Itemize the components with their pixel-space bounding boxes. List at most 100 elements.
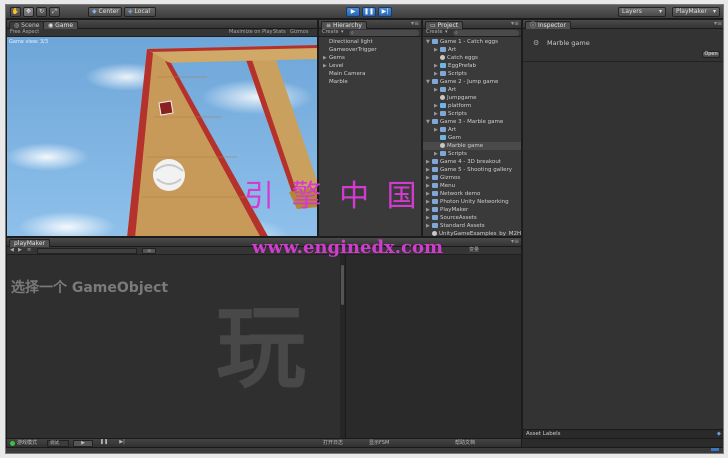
list-item[interactable]: ▶ Game 4 - 3D breakout (423, 158, 521, 166)
list-item[interactable]: ▶ Gems (319, 54, 421, 62)
folder-icon: ▭ (430, 22, 436, 29)
folder-icon (432, 79, 438, 84)
debug-dropdown[interactable]: 调试 (47, 440, 69, 447)
watermark-title: 引 擎 中 国 (244, 179, 421, 214)
list-item[interactable]: Directional light (319, 38, 421, 46)
pivot-toggle[interactable]: ◆ Center (88, 7, 122, 17)
editor-pause-button[interactable]: ❚❚ (97, 440, 111, 447)
list-item[interactable]: ▶ Art (423, 46, 521, 54)
tab-game[interactable]: ◉ Game (43, 21, 79, 29)
pause-icon: ❚❚ (99, 439, 109, 445)
hand-tool-button[interactable]: ✋ (10, 7, 21, 17)
list-item[interactable]: Marble (319, 78, 421, 86)
list-item-label: Game 4 - 3D breakout (440, 159, 501, 165)
hierarchy-create-button[interactable]: Create (322, 29, 339, 36)
inspector-panel: ⓘ Inspector ▾≡ ⚙ Marble game Open Asset … (522, 19, 723, 439)
list-item[interactable]: ▶ Standard Assets (423, 222, 521, 230)
list-item[interactable]: ▶ Art (423, 86, 521, 94)
forward-arrow-icon[interactable]: ▶ (18, 247, 22, 254)
list-item-label: Gems (329, 55, 345, 61)
project-create-button[interactable]: Create (426, 29, 443, 36)
move-tool-button[interactable]: ✥ (23, 7, 34, 17)
maximize-on-play-toggle[interactable]: Maximize on Play (229, 29, 273, 36)
list-item-label: Catch eggs (447, 55, 478, 61)
list-item[interactable]: ▶ Scripts (423, 150, 521, 158)
aspect-dropdown[interactable]: Free Aspect (10, 29, 39, 36)
open-button[interactable]: Open (702, 51, 720, 58)
list-item[interactable]: ▶ platform (423, 102, 521, 110)
list-item[interactable]: ▶ Photon Unity Networking (423, 198, 521, 206)
space-toggle[interactable]: ◈ Local (124, 7, 156, 17)
scrollbar-thumb[interactable] (341, 265, 344, 305)
list-item[interactable]: ▶ Game 5 - Shooting gallery (423, 166, 521, 174)
search-icon: ⌕ (455, 30, 458, 36)
chevron-down-icon: ▾ (445, 29, 448, 35)
list-item[interactable]: ▶ PlayMaker (423, 206, 521, 214)
scene-file-icon (440, 55, 445, 60)
fsm-inspector-pane (345, 255, 521, 438)
scene-asset-icon: ⚙ (533, 39, 540, 47)
tab-playmaker[interactable]: playMaker (9, 239, 50, 247)
tab-hierarchy[interactable]: ≡ Hierarchy (321, 21, 367, 29)
layout-dropdown[interactable]: PlayMaker ▾ (672, 7, 720, 17)
list-item[interactable]: ▼ Game 2 - Jump game (423, 78, 521, 86)
asset-labels-label: Asset Labels (526, 431, 561, 437)
project-toolbar: Create ▾ ⌕ (423, 29, 521, 37)
list-item[interactable]: Main Camera (319, 70, 421, 78)
list-item[interactable]: ▶ Menu (423, 182, 521, 190)
pause-button[interactable]: ❚❚ (362, 7, 376, 17)
fsm-select-dropdown[interactable] (37, 248, 137, 254)
watermark-glyph: 玩 (216, 296, 306, 401)
panel-menu-icon[interactable]: ▾≡ (511, 238, 519, 246)
play-button[interactable]: ▶ (346, 7, 360, 17)
list-item[interactable]: ▶ Scripts (423, 110, 521, 118)
scale-tool-button[interactable]: ⤢ (49, 7, 60, 17)
list-item[interactable]: ▼ Game 1 - Catch eggs (423, 38, 521, 46)
hierarchy-search-input[interactable]: ⌕ (349, 30, 419, 36)
list-item[interactable]: ▶ Network demo (423, 190, 521, 198)
project-search-input[interactable]: ⌕ (453, 30, 519, 36)
inspector-body: ⚙ Marble game Open Asset Labels ◆ (523, 29, 723, 438)
folder-icon (440, 47, 446, 52)
step-icon: ▶| (381, 8, 389, 15)
list-item[interactable]: ▼ Game 3 - Marble game (423, 118, 521, 126)
step-button[interactable]: ▶| (378, 7, 392, 17)
lock-icon[interactable]: ≡ (27, 247, 31, 254)
list-item[interactable]: Marble game (423, 142, 521, 150)
list-item-label: Game 2 - Jump game (440, 79, 499, 85)
editor-play-button[interactable]: ▶ (73, 440, 93, 447)
list-item[interactable]: UnityGameExamples_by_M2H (423, 230, 521, 236)
list-item[interactable]: Gem (423, 134, 521, 142)
tab-inspector[interactable]: ⓘ Inspector (525, 21, 571, 29)
panel-menu-icon[interactable]: ▾≡ (411, 20, 419, 28)
layers-label: Layers (622, 8, 642, 15)
main-toolbar: ✋ ✥ ↻ ⤢ ◆ Center ◈ Local ▶ ❚❚ ▶| Layers (6, 5, 723, 19)
list-item-label: Scripts (448, 151, 467, 157)
gizmos-dropdown[interactable]: Gizmos (290, 29, 308, 36)
list-item[interactable]: ▶ Level (319, 62, 421, 70)
variables-header[interactable]: 变量 (469, 247, 479, 254)
editor-step-button[interactable]: ▶| (115, 440, 129, 447)
layers-dropdown[interactable]: Layers ▾ (618, 7, 666, 17)
fsm-add-button[interactable]: ⊞ (142, 248, 156, 254)
rotate-tool-button[interactable]: ↻ (36, 7, 47, 17)
list-item[interactable]: Catch eggs (423, 54, 521, 62)
tab-scene[interactable]: ◎ Scene (9, 21, 45, 29)
step-icon: ▶| (119, 439, 125, 445)
list-item[interactable]: ▶ EggPrefab (423, 62, 521, 70)
label-tag-icon[interactable]: ◆ (717, 431, 721, 437)
game-tab-icon: ◉ (48, 22, 54, 29)
tab-project[interactable]: ▭ Project (425, 21, 464, 29)
panel-menu-icon[interactable]: ▾≡ (511, 20, 519, 28)
list-item[interactable]: GameoverTrigger (319, 46, 421, 54)
list-item[interactable]: ▶ SourceAssets (423, 214, 521, 222)
hand-icon: ✋ (11, 8, 20, 15)
panel-menu-icon[interactable]: ▾≡ (714, 20, 722, 28)
list-item[interactable]: Jumpgame (423, 94, 521, 102)
list-item[interactable]: ▶ Art (423, 126, 521, 134)
back-arrow-icon[interactable]: ◀ (10, 247, 14, 254)
folder-icon (432, 39, 438, 44)
list-item[interactable]: ▶ Gizmos (423, 174, 521, 182)
stats-toggle[interactable]: Stats (273, 29, 286, 36)
list-item[interactable]: ▶ Scripts (423, 70, 521, 78)
